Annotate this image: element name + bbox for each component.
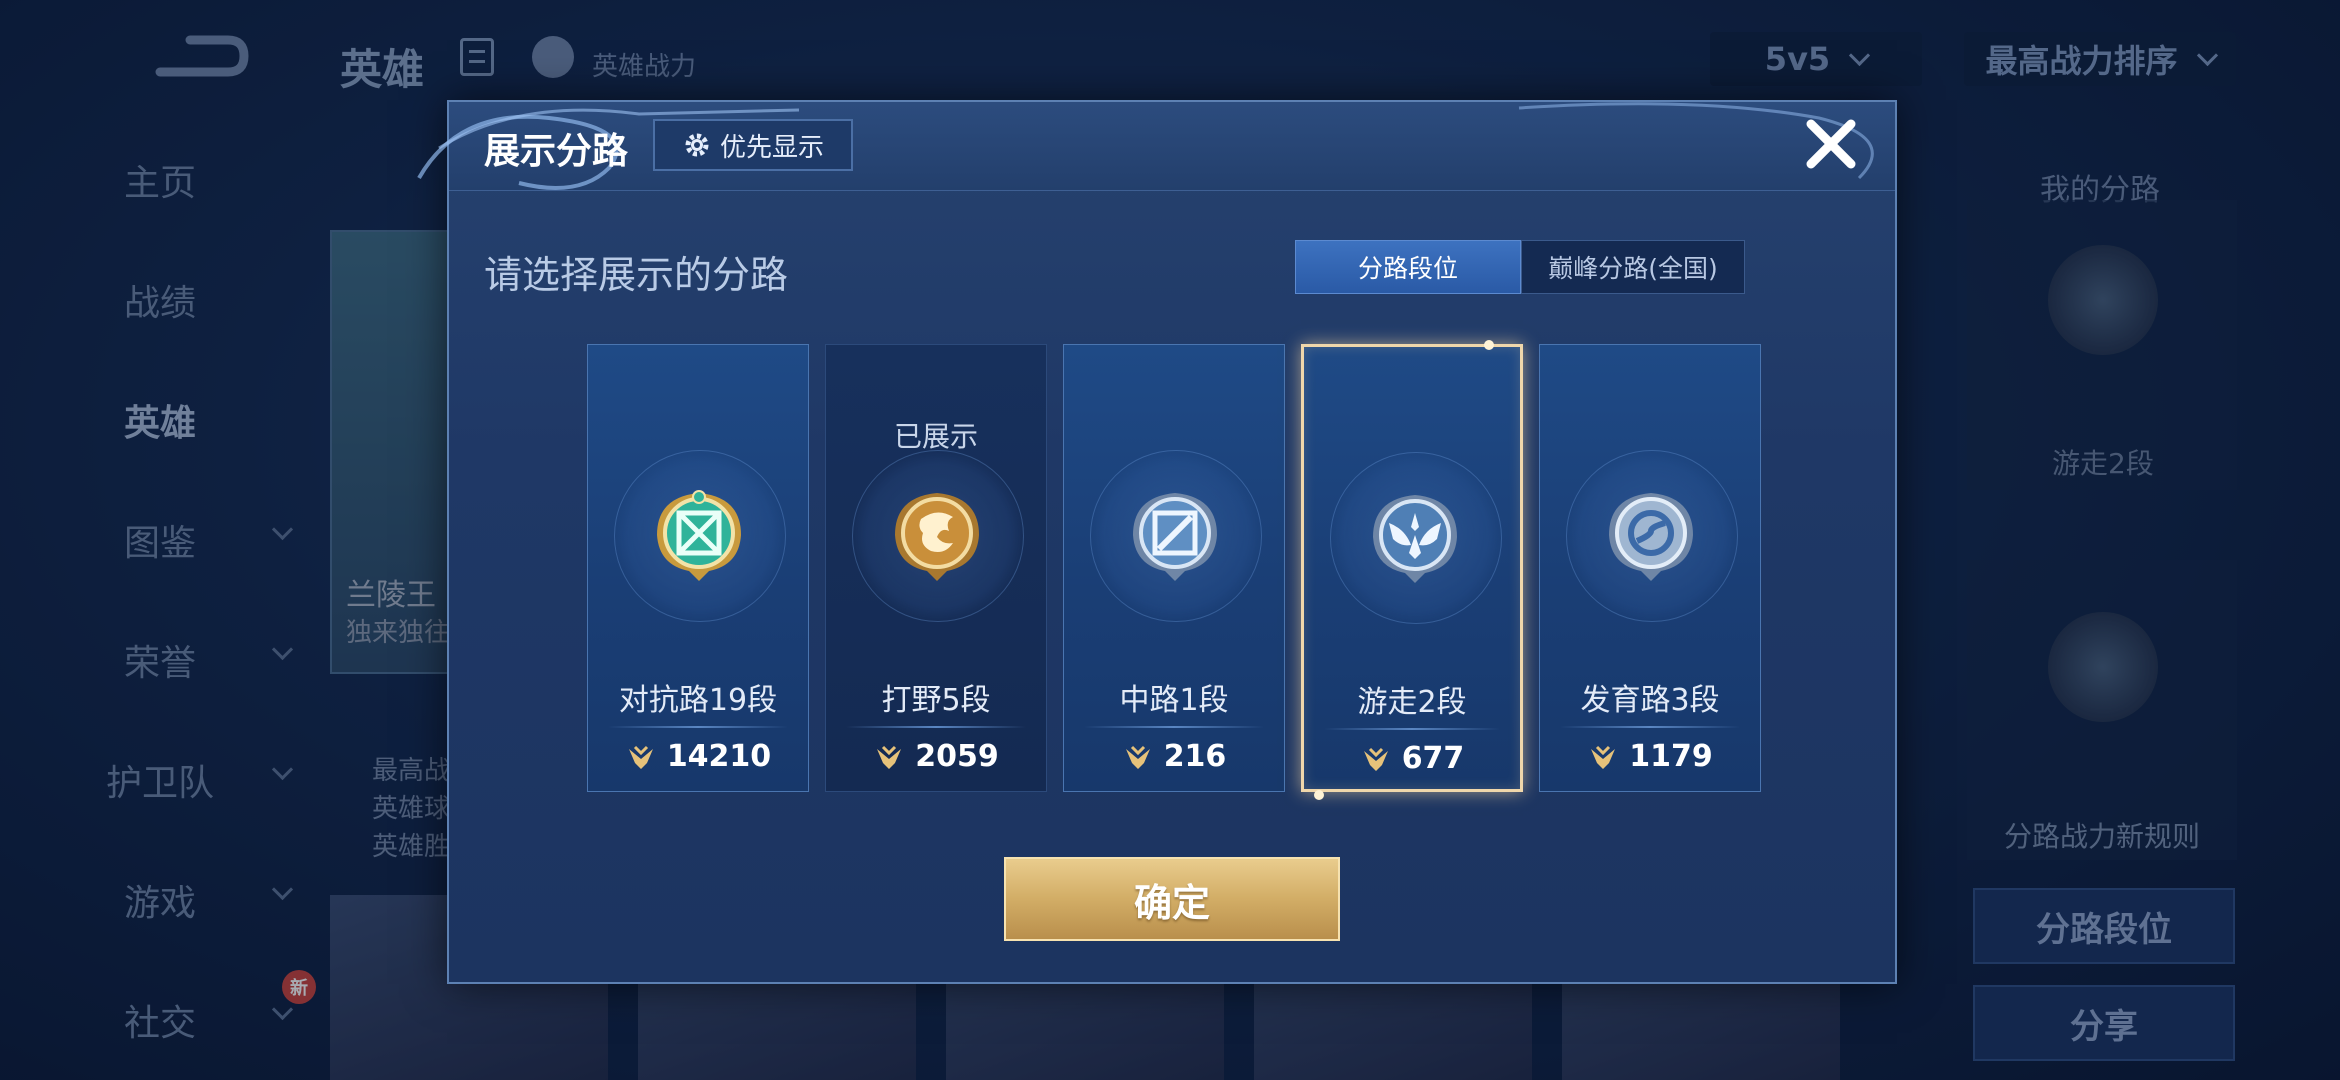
new-badge: 新 [282, 970, 316, 1004]
lane-card-roam[interactable]: 游走2段 677 [1301, 340, 1523, 800]
info-line: 英雄胜 [372, 832, 451, 862]
share-button[interactable]: 分享 [1973, 985, 2235, 1061]
roam-emblem-icon [1373, 495, 1457, 583]
info-line: 英雄球 [372, 794, 451, 824]
hero-power-icon [532, 36, 574, 78]
mode-select[interactable]: 5v5 [1710, 32, 1922, 86]
hero-power-label[interactable]: 英雄战力 [592, 46, 696, 83]
divider [1324, 728, 1500, 730]
lane-power-value: 216 [1163, 739, 1227, 774]
lane-name: 打野5段 [881, 683, 991, 718]
power-icon [1363, 747, 1388, 771]
nav-item-social[interactable]: 社交 [0, 960, 320, 1080]
dialog-title: 展示分路 [484, 131, 629, 172]
lane-card-list: 对抗路19段 14210 已展示 打野5段 2059 中路1段 216 游走2段… [587, 340, 1761, 800]
lane-power-value: 2059 [915, 739, 999, 774]
lane-power-rule-link[interactable]: 分路战力新规则 [1967, 815, 2237, 855]
sort-select[interactable]: 最高战力排序 [1964, 32, 2236, 86]
chevron-down-icon [1849, 44, 1871, 66]
nav-item-game[interactable]: 游戏 [0, 840, 320, 960]
chevron-down-icon [271, 878, 294, 901]
lane-tab-bar: 分路段位 巅峰分路(全国) [1295, 240, 1745, 294]
divider [1084, 726, 1264, 728]
lane-name: 游走2段 [1357, 685, 1467, 720]
chevron-down-icon [2196, 44, 2218, 66]
power-icon [1591, 745, 1616, 769]
lane-card-farm[interactable]: 发育路3段 1179 [1539, 344, 1761, 792]
chevron-down-icon [271, 518, 294, 541]
lane-power: 1179 [1540, 739, 1760, 774]
nav-item-guard[interactable]: 护卫队 [0, 720, 320, 840]
sort-select-value: 最高战力排序 [1985, 42, 2178, 80]
power-icon [1125, 745, 1150, 769]
jungle-emblem-icon [895, 493, 979, 581]
lane-power-value: 677 [1401, 741, 1465, 776]
nav-item-hero[interactable]: 英雄 [0, 360, 320, 480]
chevron-down-icon [271, 998, 294, 1021]
lane-card-mid[interactable]: 中路1段 216 [1063, 344, 1285, 792]
tab-lane-rank[interactable]: 分路段位 [1295, 240, 1521, 294]
my-lane-value: 游走2段 [2052, 447, 2154, 480]
clash-lane-emblem-icon [657, 490, 741, 581]
power-icon [628, 745, 653, 769]
selected-corner-dot [1314, 790, 1324, 800]
show-lane-dialog: 展示分路 优先显示 请选择展示的分路 分路段位 巅峰分路(全国) 对抗路19段 [417, 100, 1897, 984]
nav-item-honor[interactable]: 荣誉 [0, 600, 320, 720]
shown-status: 已展示 [893, 420, 978, 453]
roam-emblem-icon [2048, 245, 2158, 355]
lane-name: 发育路3段 [1580, 683, 1720, 718]
gear-icon [685, 133, 709, 157]
selected-corner-dot [1484, 340, 1494, 350]
page-title: 英雄 [340, 45, 425, 94]
lane-power-value: 14210 [666, 739, 772, 774]
hero-card-subtitle: 独来独往 [346, 618, 451, 648]
nav-item-home[interactable]: 主页 [0, 120, 320, 240]
confirm-button[interactable]: 确定 [1004, 857, 1340, 941]
info-line: 最高战 [372, 756, 451, 786]
tab-peak-lane[interactable]: 巅峰分路(全国) [1521, 240, 1745, 294]
lane-power: 14210 [588, 739, 808, 774]
nav-item-codex[interactable]: 图鉴 [0, 480, 320, 600]
chevron-down-icon [271, 758, 294, 781]
power-icon [877, 745, 902, 769]
jungle-emblem-icon [2048, 612, 2158, 722]
divider [846, 726, 1026, 728]
lane-power: 2059 [826, 739, 1046, 774]
close-icon[interactable] [1801, 114, 1861, 174]
lane-name: 中路1段 [1119, 683, 1229, 718]
farm-lane-emblem-icon [1609, 493, 1693, 581]
lane-rank-button[interactable]: 分路段位 [1973, 888, 2235, 964]
priority-display-label: 优先显示 [719, 132, 824, 163]
nav-item-record[interactable]: 战绩 [0, 240, 320, 360]
lane-name: 对抗路19段 [618, 683, 778, 718]
divider [608, 726, 788, 728]
mode-select-value: 5v5 [1764, 40, 1831, 78]
lane-power-value: 1179 [1629, 739, 1713, 774]
divider [1560, 726, 1740, 728]
dialog-prompt: 请选择展示的分路 [484, 253, 789, 297]
lane-card-jungle[interactable]: 已展示 打野5段 2059 [825, 344, 1047, 792]
back-icon[interactable] [150, 28, 250, 88]
list-icon[interactable] [460, 38, 494, 76]
hero-info: 最高战 英雄球 英雄胜 [372, 752, 450, 866]
lane-power: 216 [1064, 739, 1284, 774]
lane-power: 677 [1304, 741, 1520, 776]
priority-display-button[interactable]: 优先显示 [653, 119, 853, 171]
hero-card-name: 兰陵王 [346, 578, 436, 613]
mid-lane-emblem-icon [1133, 493, 1217, 581]
chevron-down-icon [271, 638, 294, 661]
lane-card-clash[interactable]: 对抗路19段 14210 [587, 344, 809, 792]
